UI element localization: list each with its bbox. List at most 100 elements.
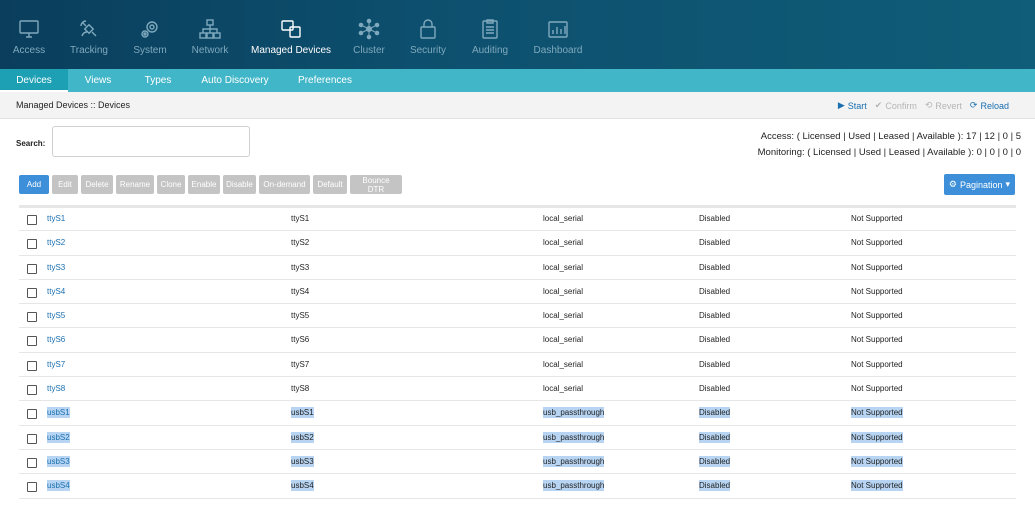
tab-views[interactable]: Views — [76, 69, 120, 92]
default-button[interactable]: Default — [313, 175, 347, 194]
device-status: Disabled — [699, 311, 731, 321]
table-row[interactable]: ttyS8 ttyS8 local_serial Disabled Not Suppor… — [19, 377, 1016, 402]
row-checkbox[interactable] — [27, 482, 37, 493]
edit-button[interactable]: Edit — [52, 175, 78, 194]
pagination-button[interactable]: ⚙ Pagination ▾ — [944, 174, 1015, 195]
top-navigation: Access Tracking System Network Managed D… — [0, 0, 1035, 69]
network-icon — [198, 17, 222, 41]
nav-label: Network — [191, 45, 229, 56]
nav-item-tracking[interactable]: Tracking — [70, 0, 108, 69]
start-button[interactable]: ▶ Start — [838, 100, 867, 111]
device-name-link[interactable]: usbS4 — [47, 480, 70, 492]
device-port: usbS1 — [291, 407, 314, 419]
nav-item-network[interactable]: Network — [192, 0, 228, 69]
tab-types[interactable]: Types — [136, 69, 180, 92]
device-port: ttyS3 — [291, 262, 310, 272]
row-checkbox[interactable] — [27, 239, 37, 250]
device-monitoring: Not Supported — [851, 311, 903, 321]
device-name-link[interactable]: usbS1 — [47, 407, 70, 419]
device-name-link[interactable]: ttyS2 — [47, 237, 65, 248]
add-button[interactable]: Add — [19, 175, 49, 194]
device-type: usb_passthrough — [543, 480, 605, 492]
device-name-link[interactable]: ttyS8 — [47, 383, 65, 394]
device-name-link[interactable]: usbS2 — [47, 431, 70, 443]
dashboard-icon — [546, 17, 570, 41]
breadcrumb-bar: Managed Devices :: Devices ▶ Start ✔ Con… — [0, 92, 1035, 119]
row-checkbox[interactable] — [27, 457, 37, 468]
nav-item-auditing[interactable]: Auditing — [472, 0, 508, 69]
row-checkbox[interactable] — [27, 215, 37, 225]
on-demand-button[interactable]: On-demand — [259, 175, 310, 194]
table-row[interactable]: usbS3 usbS3 usb_passthrough Disabled Not Sup… — [19, 450, 1016, 475]
device-status: Disabled — [699, 262, 731, 272]
device-name-link[interactable]: ttyS6 — [47, 334, 65, 345]
search-label: Search: — [16, 139, 46, 148]
nav-item-security[interactable]: Security — [410, 0, 446, 69]
bounce-dtr-button[interactable]: Bounce DTR — [350, 175, 402, 194]
clone-button[interactable]: Clone — [157, 175, 185, 194]
tab-auto-discovery[interactable]: Auto Discovery — [196, 69, 274, 92]
pagination-label: Pagination — [960, 179, 1003, 190]
devices-icon — [279, 17, 303, 41]
device-name-link[interactable]: ttyS1 — [47, 213, 65, 224]
monitor-icon — [17, 17, 41, 41]
device-status: Disabled — [699, 455, 731, 467]
table-row[interactable]: ttyS6 ttyS6 local_serial Disabled Not Suppor… — [19, 328, 1016, 353]
nav-label: System — [133, 45, 167, 56]
rename-button[interactable]: Rename — [116, 175, 154, 194]
tab-devices[interactable]: Devices — [0, 69, 68, 92]
table-row[interactable]: ttyS2 ttyS2 local_serial Disabled Not Suppor… — [19, 231, 1016, 256]
device-type: usb_passthrough — [543, 407, 605, 419]
tab-preferences[interactable]: Preferences — [292, 69, 358, 92]
row-checkbox[interactable] — [27, 433, 37, 444]
table-row[interactable]: ttyS1 ttyS1 local_serial Disabled Not Suppor… — [19, 207, 1016, 232]
device-status: Disabled — [699, 214, 731, 223]
nav-item-access[interactable]: Access — [13, 0, 45, 69]
row-checkbox[interactable] — [27, 263, 37, 274]
nav-label: Auditing — [471, 45, 509, 56]
enable-button[interactable]: Enable — [188, 175, 220, 194]
search-input[interactable] — [52, 126, 250, 157]
device-name-link[interactable]: usbS3 — [47, 455, 70, 467]
nav-label: Tracking — [70, 45, 108, 56]
table-row[interactable]: usbS4 usbS4 usb_passthrough Disabled Not Sup… — [19, 474, 1016, 499]
table-row[interactable]: ttyS3 ttyS3 local_serial Disabled Not Suppor… — [19, 256, 1016, 280]
device-status: Disabled — [699, 335, 731, 345]
start-label: Start — [847, 100, 867, 111]
access-license: Access: ( Licensed | Used | Leased | Ava… — [760, 131, 1021, 142]
nav-item-dashboard[interactable]: Dashboard — [534, 0, 582, 69]
revert-button[interactable]: ⟲ Revert — [925, 100, 962, 111]
reload-button[interactable]: ⟳ Reload — [970, 100, 1009, 111]
devices-table: ttyS1 ttyS1 local_serial Disabled Not Suppor… — [19, 207, 1016, 499]
table-row[interactable]: usbS2 usbS2 usb_passthrough Disabled Not Sup… — [19, 426, 1016, 450]
confirm-button[interactable]: ✔ Confirm — [875, 100, 917, 111]
device-port: ttyS5 — [291, 311, 310, 321]
device-port: ttyS2 — [291, 238, 310, 248]
lock-icon — [416, 17, 440, 41]
device-name-link[interactable]: ttyS4 — [47, 286, 65, 297]
device-name-link[interactable]: ttyS7 — [47, 359, 65, 370]
table-row[interactable]: ttyS4 ttyS4 local_serial Disabled Not Suppor… — [19, 280, 1016, 305]
device-name-link[interactable]: ttyS3 — [47, 262, 65, 273]
row-checkbox[interactable] — [27, 409, 37, 420]
row-checkbox[interactable] — [27, 287, 37, 298]
device-type: local_serial — [543, 335, 584, 345]
row-checkbox[interactable] — [27, 336, 37, 347]
table-row[interactable]: ttyS5 ttyS5 local_serial Disabled Not Suppor… — [19, 304, 1016, 329]
device-type: local_serial — [543, 359, 584, 369]
device-monitoring: Not Supported — [851, 238, 903, 248]
row-checkbox[interactable] — [27, 360, 37, 371]
delete-button[interactable]: Delete — [81, 175, 113, 194]
table-row[interactable]: usbS1 usbS1 usb_passthrough Disabled Not Sup… — [19, 401, 1016, 426]
reload-label: Reload — [980, 100, 1009, 111]
nav-item-system[interactable]: System — [133, 0, 167, 69]
device-monitoring: Not Supported — [851, 431, 903, 443]
row-checkbox[interactable] — [27, 385, 37, 396]
nav-item-cluster[interactable]: Cluster — [353, 0, 385, 69]
table-row[interactable]: ttyS7 ttyS7 local_serial Disabled Not Suppor… — [19, 353, 1016, 378]
nav-label: Cluster — [353, 45, 385, 56]
row-checkbox[interactable] — [27, 312, 37, 323]
device-name-link[interactable]: ttyS5 — [47, 310, 65, 321]
nav-item-managed-devices[interactable]: Managed Devices — [251, 0, 331, 69]
disable-button[interactable]: Disable — [223, 175, 256, 194]
